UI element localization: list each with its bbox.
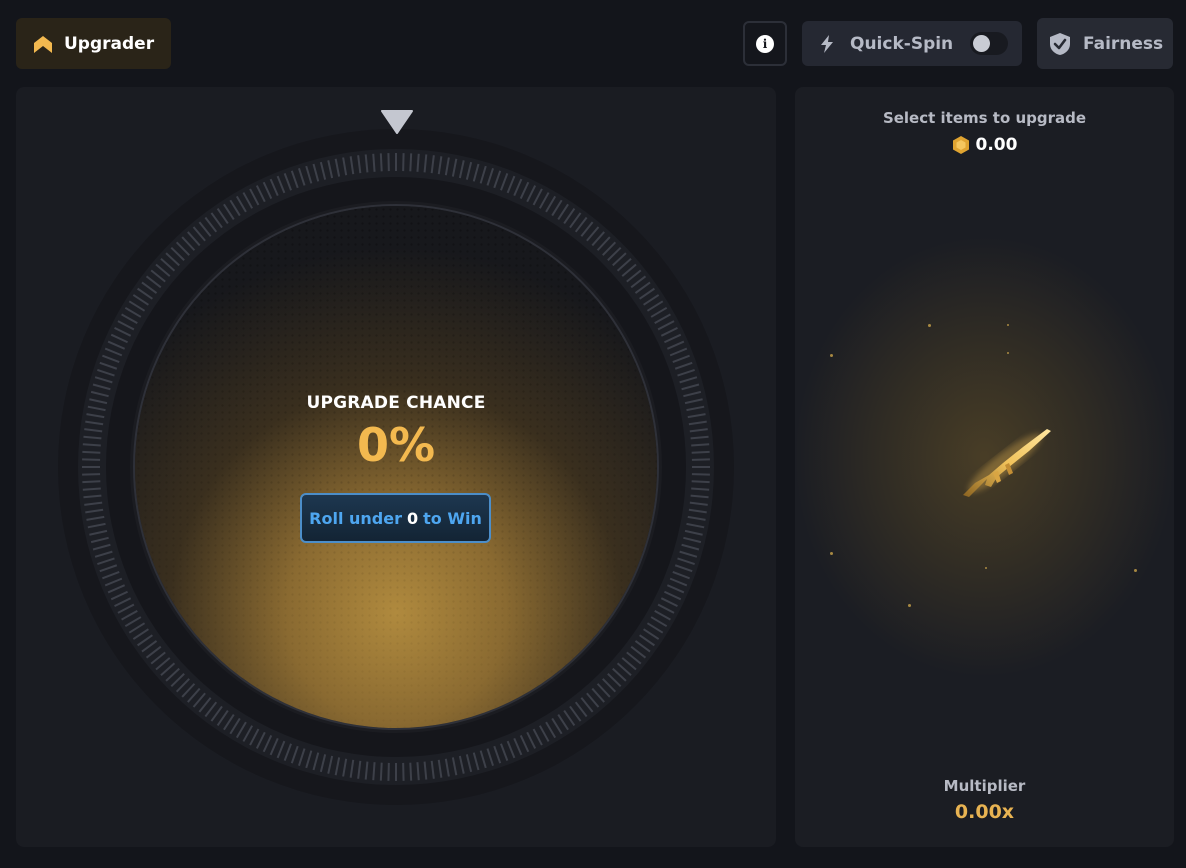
roll-number: 0 [406,508,419,528]
sparkle [1007,352,1009,354]
select-items-title: Select items to upgrade [882,109,1087,127]
wheel-tick [409,762,413,781]
upgrade-chevron-icon [34,35,52,53]
upgrade-wheel-panel: UPGRADE CHANCE 0% Roll under 0 to Win [16,87,776,847]
sparkle [1007,324,1009,326]
lightning-icon [821,34,833,53]
sparkle [830,354,833,357]
wheel-tick [416,153,420,172]
wheel-tick [691,487,710,491]
coin-icon [952,136,969,154]
quick-spin-label: Quick-Spin [850,33,954,54]
wheel-pointer-icon [381,110,413,134]
toggle-knob [973,35,990,52]
quick-spin-toggle[interactable]: Quick-Spin [802,21,1022,66]
sparkle [985,567,987,569]
golden-rifle-icon [963,429,1051,497]
wheel-tick [372,762,376,781]
quick-spin-switch[interactable] [970,32,1008,55]
wheel-tick [379,153,383,172]
sparkle [1134,569,1137,572]
upgrade-chance-label: UPGRADE CHANCE [306,393,486,413]
info-icon: i [756,34,774,53]
roll-under-badge: Roll under 0 to Win [300,493,491,543]
multiplier-label: Multiplier [943,777,1026,795]
fairness-button[interactable]: Fairness [1037,18,1173,69]
sparkle [830,552,833,555]
wheel-tick [82,480,101,484]
target-item-panel[interactable]: Select items to upgrade 0.00 Multiplier … [795,87,1174,847]
shield-check-icon [1050,32,1070,55]
wheel-tick [416,762,420,781]
wheel-tick [372,153,376,172]
sparkle [908,604,911,607]
wheel-tick [379,762,383,781]
top-bar: Upgrader i Quick-Spin Fairness [0,0,1186,86]
roll-prefix: Roll under [309,508,402,528]
wheel-tick [82,487,101,491]
multiplier-value: 0.00x [954,801,1015,823]
roll-suffix: to Win [423,508,482,528]
tab-upgrader[interactable]: Upgrader [16,18,171,69]
tab-upgrader-label: Upgrader [64,33,155,54]
wheel-tick [691,480,710,484]
wheel-tick [409,153,413,172]
item-value: 0.00 [795,135,1174,155]
fairness-label: Fairness [1083,33,1164,54]
sparkle [928,324,931,327]
upgrade-chance-block: UPGRADE CHANCE 0% [16,393,776,469]
info-button[interactable]: i [743,21,787,66]
item-value-amount: 0.00 [975,135,1018,155]
upgrade-chance-value: 0% [356,418,436,472]
